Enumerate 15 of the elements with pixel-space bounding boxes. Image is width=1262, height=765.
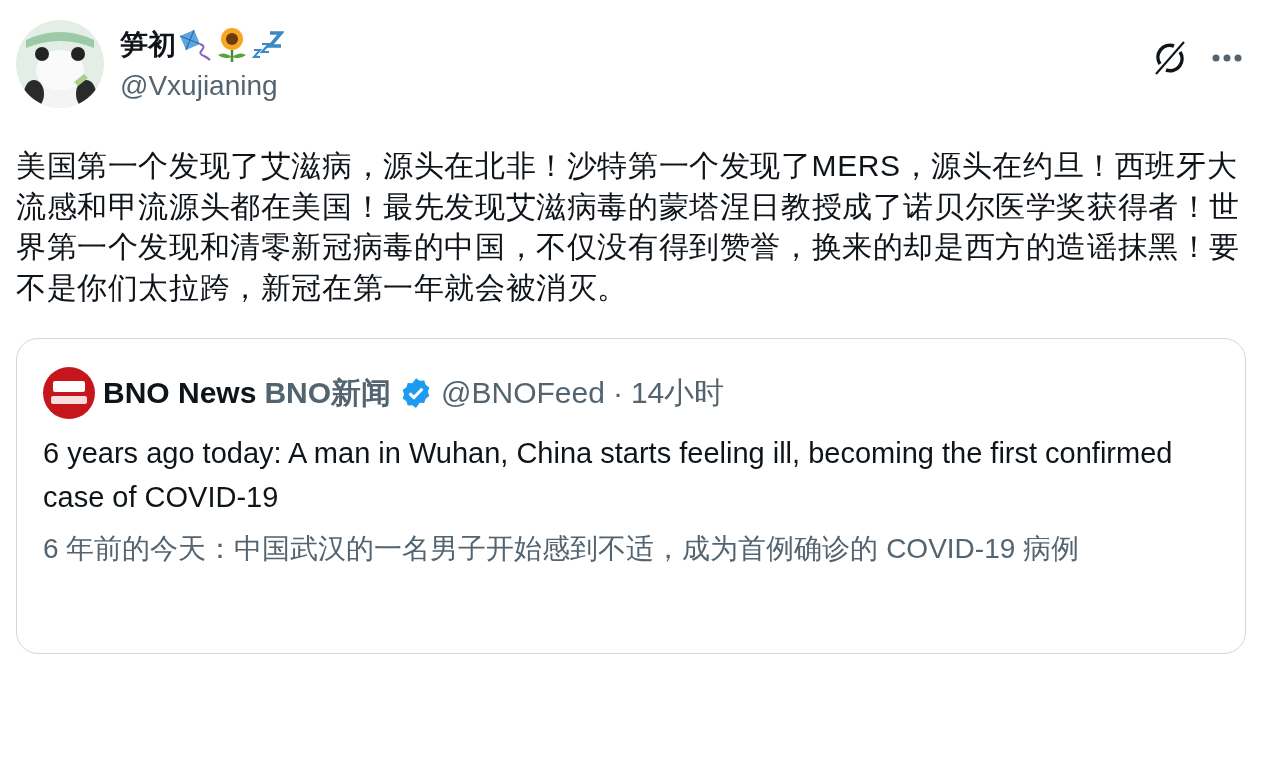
author-handle[interactable]: @Vxujianing — [120, 70, 1134, 102]
post-time[interactable]: 14小时 — [630, 372, 725, 414]
quoted-author-handle[interactable]: @BNOFeed — [441, 376, 605, 410]
quoted-author-name[interactable]: BNO News — [103, 376, 257, 410]
kite-icon — [178, 28, 212, 62]
translation-text: 6 年前的今天：中国武汉的一名男子开始感到不适，成为首例确诊的 COVID-19 病例 — [43, 532, 1081, 566]
quoted-post-card[interactable]: BNO News BNO新闻 @BNOFeed · 14小时 6 years ago today: A man in Wuhan, China starts feeling ill, becoming the first confirmed case of COVID-19 6 年前的今天：中国武汉的一名男子开始感到不适，成为首例确诊的 COVID-19 病例 — [16, 338, 1246, 654]
more-icon[interactable] — [1212, 54, 1242, 62]
avatar[interactable] — [43, 367, 95, 419]
quoted-author-alt-name[interactable]: BNO新闻 — [264, 372, 392, 414]
quoted-post-text: 6 years ago today: A man in Wuhan, China starts feeling ill, becoming the first confirmed case of COVID-19 — [43, 436, 1174, 515]
sleep-icon — [252, 30, 284, 60]
author-name[interactable]: 笋初 — [120, 26, 176, 64]
post-text: 美国第一个发现了艾滋病，源头在北非！沙特第一个发现了MERS，源头在约旦！西班牙大流感和甲流源头都在美国！最先发现艾滋病毒的蒙塔涅日教授成了诺贝尔医学奖获得者！世界第一个发现和清零新冠病毒的中国，不仅没有得到赞誉，换来的却是西方的造谣抹黑！要不是你们太拉跨，新冠在第一年就会被消灭。 — [16, 148, 1241, 306]
separator-dot: · — [612, 376, 623, 410]
